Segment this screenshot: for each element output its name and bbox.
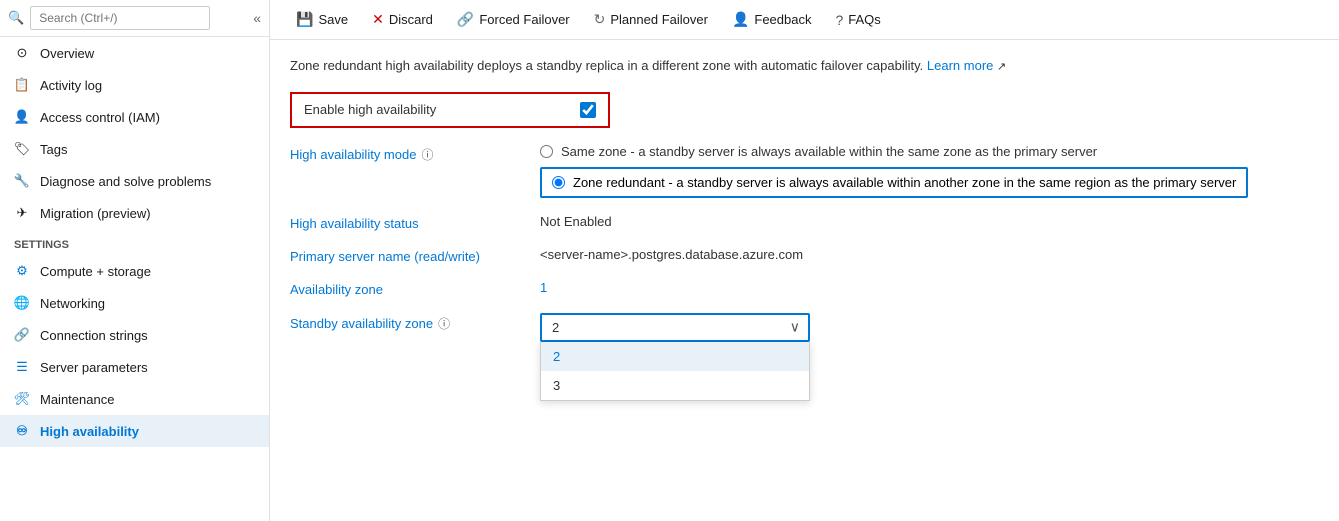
server-parameters-icon: ☰ (14, 359, 30, 375)
same-zone-label: Same zone - a standby server is always a… (561, 144, 1097, 159)
sidebar-item-high-availability[interactable]: ♾ High availability (0, 415, 269, 447)
compute-storage-icon: ⚙ (14, 263, 30, 279)
ha-status-row: High availability status Not Enabled (290, 214, 1319, 231)
ha-status-label: High availability status (290, 214, 520, 231)
sidebar-item-maintenance[interactable]: 🛠 Maintenance (0, 383, 269, 415)
search-input[interactable] (30, 6, 210, 30)
ha-mode-label: High availability mode ⓘ (290, 144, 520, 163)
collapse-button[interactable]: « (253, 10, 261, 26)
enable-ha-label: Enable high availability (304, 102, 568, 117)
zone-redundant-radio[interactable] (552, 176, 565, 189)
primary-server-row: Primary server name (read/write) <server… (290, 247, 1319, 264)
dropdown-option-2[interactable]: 2 (541, 342, 809, 371)
maintenance-icon: 🛠 (14, 391, 30, 407)
content-area: Zone redundant high availability deploys… (270, 40, 1339, 521)
same-zone-radio[interactable] (540, 145, 553, 158)
save-icon: 💾 (296, 11, 313, 28)
sidebar-item-connection-strings[interactable]: 🔗 Connection strings (0, 319, 269, 351)
sidebar-item-overview[interactable]: ⊙ Overview (0, 37, 269, 69)
planned-failover-button[interactable]: ↻ Planned Failover (584, 6, 718, 33)
sidebar: 🔍 « ⊙ Overview 📋 Activity log 👤 Access c… (0, 0, 270, 521)
faqs-button[interactable]: ? FAQs (825, 7, 890, 33)
learn-more-link[interactable]: Learn more (927, 58, 993, 73)
sidebar-item-label: Diagnose and solve problems (40, 174, 211, 189)
sidebar-item-label: Compute + storage (40, 264, 151, 279)
enable-ha-checkbox[interactable] (580, 102, 596, 118)
dropdown-open-list: 2 3 (540, 342, 810, 401)
ha-mode-row: High availability mode ⓘ Same zone - a s… (290, 144, 1319, 198)
search-icon: 🔍 (8, 10, 24, 26)
high-availability-icon: ♾ (14, 423, 30, 439)
enable-ha-row: Enable high availability (290, 92, 610, 128)
standby-zone-row: Standby availability zone ⓘ 2 3 ∨ 2 3 (290, 313, 1319, 342)
same-zone-option-row: Same zone - a standby server is always a… (540, 144, 1248, 159)
standby-zone-info-icon[interactable]: ⓘ (438, 315, 450, 332)
activity-log-icon: 📋 (14, 77, 30, 93)
sidebar-item-label: Maintenance (40, 392, 114, 407)
sidebar-item-label: Overview (40, 46, 94, 61)
diagnose-icon: 🔧 (14, 173, 30, 189)
networking-icon: 🌐 (14, 295, 30, 311)
sidebar-item-migration[interactable]: ✈ Migration (preview) (0, 197, 269, 229)
ha-mode-info-icon[interactable]: ⓘ (421, 146, 433, 163)
settings-section-label: Settings (0, 229, 269, 255)
faq-icon: ? (835, 12, 843, 28)
sidebar-item-label: High availability (40, 424, 139, 439)
migration-icon: ✈ (14, 205, 30, 221)
sidebar-item-label: Migration (preview) (40, 206, 151, 221)
dropdown-option-3[interactable]: 3 (541, 371, 809, 400)
sidebar-item-label: Activity log (40, 78, 102, 93)
zone-redundant-label: Zone redundant - a standby server is alw… (573, 175, 1236, 190)
standby-zone-select[interactable]: 2 3 (540, 313, 810, 342)
primary-server-value: <server-name>.postgres.database.azure.co… (540, 247, 803, 262)
main-panel: 💾 Save ✕ Discard 🔗 Forced Failover ↻ Pla… (270, 0, 1339, 521)
sidebar-item-server-parameters[interactable]: ☰ Server parameters (0, 351, 269, 383)
ha-mode-options: Same zone - a standby server is always a… (540, 144, 1248, 198)
forced-failover-button[interactable]: 🔗 Forced Failover (447, 6, 580, 33)
discard-button[interactable]: ✕ Discard (362, 6, 443, 33)
tags-icon: 🏷 (14, 141, 30, 157)
sidebar-item-label: Server parameters (40, 360, 148, 375)
search-container: 🔍 « (0, 0, 269, 37)
forced-failover-icon: 🔗 (457, 11, 474, 28)
connection-strings-icon: 🔗 (14, 327, 30, 343)
sidebar-item-networking[interactable]: 🌐 Networking (0, 287, 269, 319)
save-button[interactable]: 💾 Save (286, 6, 358, 33)
primary-server-label: Primary server name (read/write) (290, 247, 520, 264)
ha-status-value: Not Enabled (540, 214, 612, 229)
standby-zone-dropdown-wrapper: 2 3 ∨ 2 3 (540, 313, 810, 342)
planned-failover-icon: ↻ (594, 11, 606, 28)
sidebar-item-label: Tags (40, 142, 67, 157)
sidebar-item-label: Access control (IAM) (40, 110, 160, 125)
availability-zone-label: Availability zone (290, 280, 520, 297)
sidebar-item-tags[interactable]: 🏷 Tags (0, 133, 269, 165)
availability-zone-value: 1 (540, 280, 547, 295)
sidebar-item-label: Networking (40, 296, 105, 311)
sidebar-item-label: Connection strings (40, 328, 148, 343)
access-control-icon: 👤 (14, 109, 30, 125)
toolbar: 💾 Save ✕ Discard 🔗 Forced Failover ↻ Pla… (270, 0, 1339, 40)
discard-icon: ✕ (372, 11, 384, 28)
sidebar-item-access-control[interactable]: 👤 Access control (IAM) (0, 101, 269, 133)
overview-icon: ⊙ (14, 45, 30, 61)
feedback-icon: 👤 (732, 11, 749, 28)
zone-redundant-option-row[interactable]: Zone redundant - a standby server is alw… (540, 167, 1248, 198)
sidebar-item-activity-log[interactable]: 📋 Activity log (0, 69, 269, 101)
availability-zone-row: Availability zone 1 (290, 280, 1319, 297)
feedback-button[interactable]: 👤 Feedback (722, 6, 822, 33)
description-text: Zone redundant high availability deploys… (290, 56, 1319, 76)
sidebar-item-compute-storage[interactable]: ⚙ Compute + storage (0, 255, 269, 287)
standby-zone-label: Standby availability zone ⓘ (290, 313, 520, 332)
sidebar-item-diagnose[interactable]: 🔧 Diagnose and solve problems (0, 165, 269, 197)
